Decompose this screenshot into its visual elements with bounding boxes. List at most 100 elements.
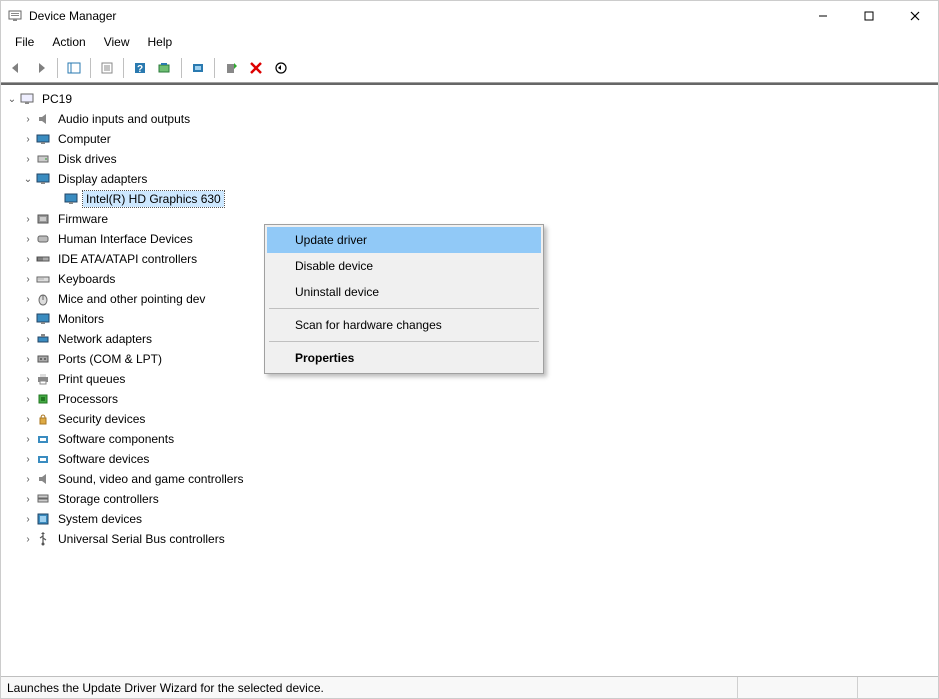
statusbar-text: Launches the Update Driver Wizard for th…: [5, 677, 738, 698]
expander-collapsed-icon[interactable]: ›: [21, 294, 35, 305]
keyboard-icon: [35, 271, 51, 287]
display-icon: [63, 191, 79, 207]
context-menu-item[interactable]: Properties: [267, 345, 541, 371]
tree-item-label: Sound, video and game controllers: [55, 471, 246, 487]
tree-item[interactable]: › Audio inputs and outputs: [5, 109, 938, 129]
close-button[interactable]: [892, 1, 938, 31]
expander-collapsed-icon[interactable]: ›: [21, 454, 35, 465]
context-menu-item[interactable]: Scan for hardware changes: [267, 312, 541, 338]
expander-collapsed-icon[interactable]: ›: [21, 354, 35, 365]
uninstall-device-button[interactable]: [245, 57, 267, 79]
tree-item-label: Software devices: [55, 451, 152, 467]
tree-item-label: System devices: [55, 511, 145, 527]
display-icon: [35, 311, 51, 327]
expander-collapsed-icon[interactable]: ›: [21, 314, 35, 325]
expander-icon[interactable]: ⌄: [5, 94, 19, 105]
tree-item-label: Keyboards: [55, 271, 118, 287]
firmware-icon: [35, 211, 51, 227]
computer-icon: [19, 91, 35, 107]
enable-device-button[interactable]: [220, 57, 242, 79]
menu-view[interactable]: View: [96, 33, 138, 51]
tree-item[interactable]: › Processors: [5, 389, 938, 409]
tree-item[interactable]: ›Security devices: [5, 409, 938, 429]
tree-item-label: Storage controllers: [55, 491, 162, 507]
expander-collapsed-icon[interactable]: ›: [21, 374, 35, 385]
hid-icon: [35, 231, 51, 247]
tree-item-label: Print queues: [55, 371, 128, 387]
context-menu-separator: [269, 308, 539, 309]
audio-icon: [35, 471, 51, 487]
help-button[interactable]: ?: [129, 57, 151, 79]
printer-icon: [35, 371, 51, 387]
svg-text:?: ?: [137, 64, 143, 75]
tree-item-label: Computer: [55, 131, 114, 147]
tree-item-label: Audio inputs and outputs: [55, 111, 193, 127]
ide-icon: [35, 251, 51, 267]
expander-collapsed-icon[interactable]: ›: [21, 114, 35, 125]
tree-item-label: Universal Serial Bus controllers: [55, 531, 228, 547]
tree-item[interactable]: › Software devices: [5, 449, 938, 469]
tree-item-label: Processors: [55, 391, 121, 407]
tree-item-label: Firmware: [55, 211, 111, 227]
back-button[interactable]: [5, 57, 27, 79]
disk-icon: [35, 151, 51, 167]
statusbar-cell-3: [858, 677, 938, 698]
expander-collapsed-icon[interactable]: ›: [21, 394, 35, 405]
expander-collapsed-icon[interactable]: ›: [21, 154, 35, 165]
toolbar-separator: [90, 58, 91, 78]
expander-collapsed-icon[interactable]: ›: [21, 134, 35, 145]
forward-button[interactable]: [30, 57, 52, 79]
scan-hardware-button[interactable]: [154, 57, 176, 79]
expander-collapsed-icon[interactable]: ›: [21, 534, 35, 545]
tree-item[interactable]: › Disk drives: [5, 149, 938, 169]
menu-action[interactable]: Action: [44, 33, 93, 51]
expander-collapsed-icon[interactable]: ›: [21, 274, 35, 285]
expander-collapsed-icon[interactable]: ›: [21, 214, 35, 225]
expander-collapsed-icon[interactable]: ›: [21, 494, 35, 505]
toolbar-separator: [57, 58, 58, 78]
expander-collapsed-icon[interactable]: ›: [21, 254, 35, 265]
toolbar-separator: [123, 58, 124, 78]
menu-file[interactable]: File: [7, 33, 42, 51]
toolbar-separator: [181, 58, 182, 78]
properties-button[interactable]: [96, 57, 118, 79]
tree-item[interactable]: › System devices: [5, 509, 938, 529]
expander-collapsed-icon[interactable]: ›: [21, 234, 35, 245]
tree-item-label: Disk drives: [55, 151, 120, 167]
context-menu-item[interactable]: Uninstall device: [267, 279, 541, 305]
statusbar-cell-2: [738, 677, 858, 698]
scan-for-changes-button[interactable]: [270, 57, 292, 79]
cpu-icon: [35, 391, 51, 407]
computer-icon: [35, 131, 51, 147]
mouse-icon: [35, 291, 51, 307]
expander-collapsed-icon[interactable]: ›: [21, 514, 35, 525]
expander-collapsed-icon[interactable]: ›: [21, 334, 35, 345]
tree-item[interactable]: › Computer: [5, 129, 938, 149]
show-hide-tree-button[interactable]: [63, 57, 85, 79]
menubar: File Action View Help: [1, 31, 938, 53]
display-icon: [35, 171, 51, 187]
context-menu-item[interactable]: Disable device: [267, 253, 541, 279]
tree-item[interactable]: › Universal Serial Bus controllers: [5, 529, 938, 549]
context-menu-item[interactable]: Update driver: [267, 227, 541, 253]
tree-root[interactable]: ⌄ PC19: [5, 89, 938, 109]
expander-collapsed-icon[interactable]: ›: [21, 474, 35, 485]
tree-item[interactable]: › Sound, video and game controllers: [5, 469, 938, 489]
update-driver-button[interactable]: [187, 57, 209, 79]
minimize-button[interactable]: [800, 1, 846, 31]
expander-collapsed-icon[interactable]: ›: [21, 414, 35, 425]
tree-item[interactable]: › Storage controllers: [5, 489, 938, 509]
usb-icon: [35, 531, 51, 547]
tree-item-label: IDE ATA/ATAPI controllers: [55, 251, 200, 267]
window-controls: [800, 1, 938, 31]
device-tree[interactable]: ⌄ PC19 › Audio inputs and outputs › Compute…: [1, 83, 938, 676]
expander-collapsed-icon[interactable]: ›: [21, 434, 35, 445]
expander-expanded-icon[interactable]: ⌄: [21, 174, 35, 185]
tree-item[interactable]: Intel(R) HD Graphics 630: [5, 189, 938, 209]
menu-help[interactable]: Help: [140, 33, 181, 51]
audio-icon: [35, 111, 51, 127]
window-title: Device Manager: [29, 9, 116, 23]
maximize-button[interactable]: [846, 1, 892, 31]
tree-item[interactable]: ›Software components: [5, 429, 938, 449]
tree-item[interactable]: ⌄Display adapters: [5, 169, 938, 189]
